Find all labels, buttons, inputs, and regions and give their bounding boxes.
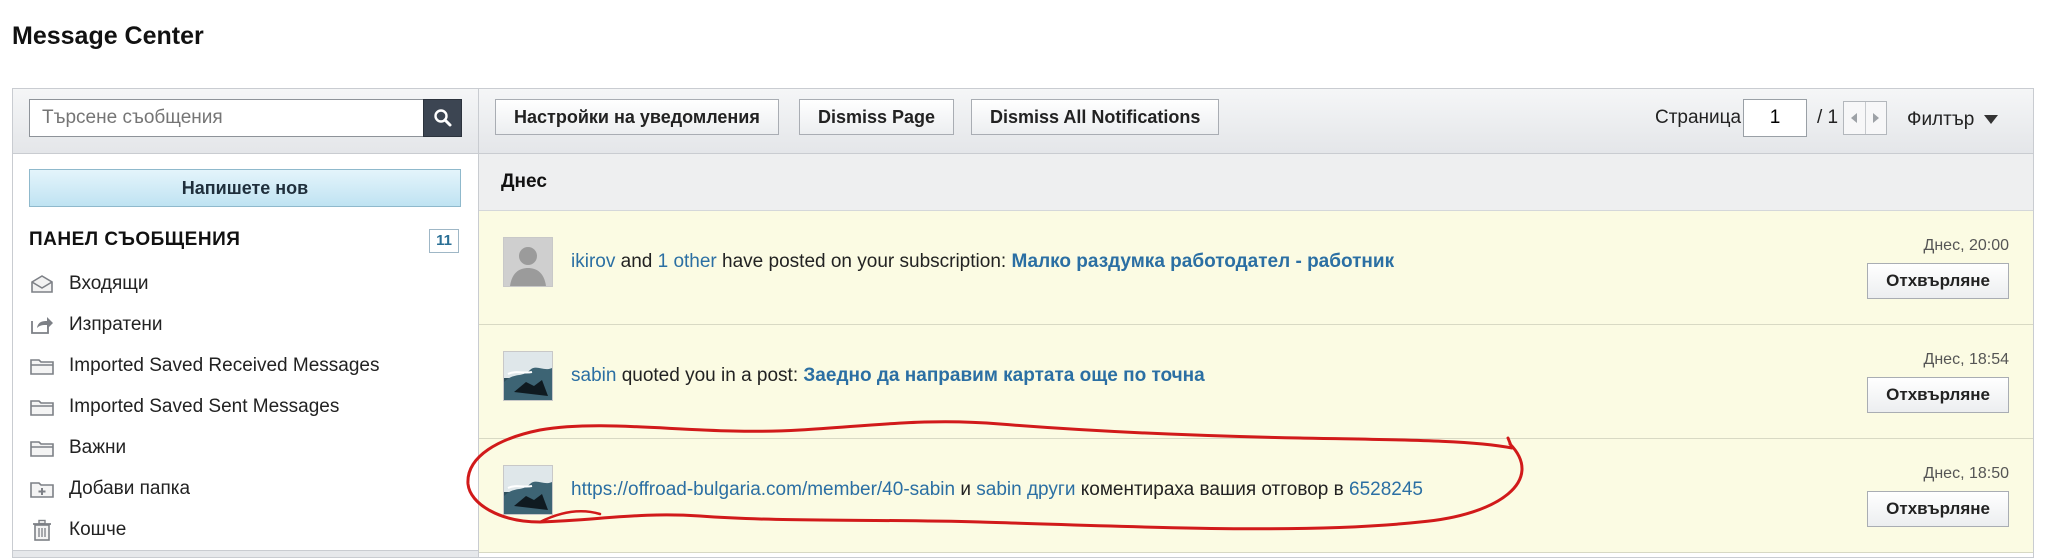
- notification-row: sabin quoted you in a post: Заедно да на…: [479, 325, 2033, 439]
- search-button[interactable]: [423, 99, 462, 137]
- user-photo-icon: [504, 466, 552, 514]
- default-user-icon: [504, 238, 552, 286]
- notification-text: https://offroad-bulgaria.com/member/40-s…: [571, 479, 1423, 501]
- notification-text: ikirov and 1 other have posted on your s…: [571, 251, 1394, 273]
- sidebar-search-bar: [13, 89, 478, 154]
- triangle-right-icon: [1872, 113, 1879, 123]
- sidebar-item-imported-sent[interactable]: Imported Saved Sent Messages: [29, 390, 469, 424]
- topic-link[interactable]: Малко раздумка работодател - работник: [1011, 251, 1394, 272]
- reference-link[interactable]: 6528245: [1349, 479, 1423, 500]
- toolbar: Настройки на уведомления Dismiss Page Di…: [479, 89, 2033, 154]
- search-input[interactable]: [29, 99, 425, 137]
- filter-dropdown[interactable]: Филтър: [1907, 109, 1999, 131]
- sidebar-item-add-folder[interactable]: Добави папка: [29, 472, 469, 506]
- filter-label: Филтър: [1907, 109, 1975, 130]
- sidebar: Напишете нов ПАНЕЛ СЪОБЩЕНИЯ 11 Входящи …: [13, 89, 479, 557]
- triangle-left-icon: [1851, 113, 1858, 123]
- folder-icon: [29, 355, 55, 377]
- sidebar-item-label: Важни: [69, 437, 127, 458]
- notification-row: https://offroad-bulgaria.com/member/40-s…: [479, 439, 2033, 553]
- avatar[interactable]: [503, 465, 553, 515]
- sent-icon: [29, 314, 55, 336]
- member-profile-link[interactable]: https://offroad-bulgaria.com/member/40-s…: [571, 479, 955, 500]
- dismiss-page-button[interactable]: Dismiss Page: [799, 99, 955, 135]
- notification-body: have posted on your subscription:: [722, 251, 1007, 272]
- topic-link[interactable]: Заедно да направим картата още по точна: [803, 365, 1204, 386]
- sidebar-item-inbox[interactable]: Входящи: [29, 267, 469, 301]
- sidebar-item-important[interactable]: Важни: [29, 431, 469, 465]
- notifications-main: Настройки на уведомления Dismiss Page Di…: [479, 89, 2033, 557]
- user-photo-icon: [504, 352, 552, 400]
- conjunction-text: и: [960, 479, 971, 500]
- sidebar-item-label: Кошче: [69, 519, 127, 540]
- folder-icon: [29, 437, 55, 459]
- add-folder-icon: [29, 478, 55, 500]
- chevron-down-icon: [1984, 115, 1999, 124]
- notification-body: коментираха вашия отговор в: [1080, 479, 1344, 500]
- search-icon: [433, 109, 451, 127]
- next-page-button[interactable]: [1864, 102, 1887, 134]
- notification-text: sabin quoted you in a post: Заедно да на…: [571, 365, 1205, 387]
- sidebar-item-sent[interactable]: Изпратени: [29, 308, 469, 342]
- message-center-panel: Напишете нов ПАНЕЛ СЪОБЩЕНИЯ 11 Входящи …: [12, 88, 2034, 558]
- sidebar-footer-divider: [13, 550, 478, 557]
- sidebar-item-label: Imported Saved Received Messages: [69, 355, 380, 376]
- avatar[interactable]: [503, 351, 553, 401]
- panel-title: ПАНЕЛ СЪОБЩЕНИЯ: [29, 229, 241, 250]
- page-label: Страница: [1655, 107, 1742, 128]
- conjunction-text: and: [620, 251, 653, 272]
- notification-timestamp: Днес, 18:54: [1923, 351, 2010, 368]
- dismiss-notification-button[interactable]: Отхвърляне: [1867, 491, 2009, 527]
- notification-settings-button[interactable]: Настройки на уведомления: [495, 99, 779, 135]
- user-link[interactable]: ikirov: [571, 251, 615, 272]
- sidebar-item-label: Входящи: [69, 273, 149, 294]
- user-link[interactable]: sabin: [571, 365, 616, 386]
- sidebar-item-label: Imported Saved Sent Messages: [69, 396, 340, 417]
- dismiss-all-button[interactable]: Dismiss All Notifications: [971, 99, 1220, 135]
- sidebar-item-label: Изпратени: [69, 314, 163, 335]
- others-link[interactable]: 1 other: [658, 251, 717, 272]
- compose-button[interactable]: Напишете нов: [29, 169, 461, 207]
- page-number-input[interactable]: [1743, 99, 1807, 137]
- page-total: / 1: [1817, 107, 1839, 128]
- others-link[interactable]: sabin други: [976, 479, 1075, 500]
- dismiss-notification-button[interactable]: Отхвърляне: [1867, 263, 2009, 299]
- avatar[interactable]: [503, 237, 553, 287]
- folder-icon: [29, 396, 55, 418]
- pager-arrows: [1843, 101, 1887, 135]
- page-title: Message Center: [12, 22, 204, 50]
- day-group-header: Днес: [479, 154, 2033, 211]
- notification-body: quoted you in a post:: [621, 365, 799, 386]
- sidebar-item-label: Добави папка: [69, 478, 191, 499]
- trash-icon: [29, 519, 55, 541]
- dismiss-notification-button[interactable]: Отхвърляне: [1867, 377, 2009, 413]
- sidebar-item-trash[interactable]: Кошче: [29, 513, 469, 547]
- inbox-icon: [29, 273, 55, 295]
- prev-page-button[interactable]: [1844, 102, 1865, 134]
- notification-row: ikirov and 1 other have posted on your s…: [479, 211, 2033, 325]
- sidebar-item-imported-received[interactable]: Imported Saved Received Messages: [29, 349, 469, 383]
- notification-timestamp: Днес, 20:00: [1923, 237, 2010, 254]
- unread-count-badge: 11: [429, 229, 459, 253]
- notification-timestamp: Днес, 18:50: [1923, 465, 2010, 482]
